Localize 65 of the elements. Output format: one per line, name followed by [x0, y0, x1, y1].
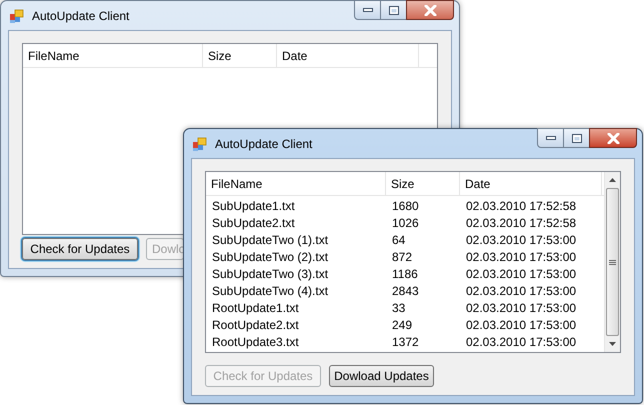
table-cell-text: 02.03.2010 17:53:00	[465, 282, 578, 300]
column-header[interactable]: Size	[203, 44, 277, 67]
close-button[interactable]	[589, 128, 637, 148]
file-row[interactable]: SubUpdateTwo (1).txt 64 02.03.2010 17:53:00	[206, 231, 604, 248]
close-button[interactable]	[406, 0, 454, 20]
file-row[interactable]: SubUpdate2.txt 1026 02.03.2010 17:52:58	[206, 214, 604, 231]
action-button[interactable]: Check for Updates	[22, 238, 138, 260]
table-cell-text: 64	[391, 232, 406, 248]
table-cell-text: 02.03.2010 17:53:00	[465, 232, 578, 248]
file-row[interactable]: SubUpdateTwo (3).txt 1186 02.03.2010 17:53:00	[206, 265, 604, 282]
file-row[interactable]: RootUpdate1.txt 33 02.03.2010 17:53:00	[206, 299, 604, 316]
table-cell-text: 33	[391, 300, 406, 316]
minimize-icon	[362, 8, 372, 12]
table-cell-text: SubUpdate2.txt	[211, 214, 296, 232]
app-icon	[9, 8, 25, 24]
table-cell-text: 02.03.2010 17:52:58	[465, 198, 578, 214]
table-cell-text: SubUpdateTwo (1).txt	[211, 232, 330, 248]
minimize-button[interactable]	[354, 0, 381, 20]
table-cell-text: RootUpdate3.txt	[211, 334, 300, 350]
table-cell-text: 1026	[391, 214, 420, 232]
column-header[interactable]: FileName	[23, 44, 203, 67]
maximize-icon	[388, 6, 398, 14]
table-cell-text: 02.03.2010 17:53:00	[465, 266, 578, 282]
table-cell-text: SubUpdateTwo (3).txt	[211, 266, 330, 282]
file-row[interactable]: SubUpdateTwo (4).txt 2843 02.03.2010 17:53:00	[206, 282, 604, 299]
close-icon	[606, 132, 620, 144]
app-icon	[192, 136, 208, 152]
minimize-button[interactable]	[537, 128, 564, 148]
file-row[interactable]: SubUpdateTwo (2).txt 872 02.03.2010 17:53:00	[206, 248, 604, 265]
table-cell-text: RootUpdate1.txt	[211, 300, 300, 316]
table-cell-text: SubUpdateTwo (2).txt	[211, 248, 330, 266]
maximize-button[interactable]	[381, 0, 406, 20]
column-header[interactable]: Date	[460, 172, 602, 195]
table-cell-text: 02.03.2010 17:53:00	[465, 316, 578, 334]
column-header[interactable]: Size	[386, 172, 460, 195]
table-cell-text: 872	[391, 248, 414, 266]
window-title: AutoUpdate Client	[215, 136, 312, 152]
table-cell-text: 02.03.2010 17:53:00	[465, 300, 578, 316]
table-cell-text: 1372	[391, 334, 420, 350]
table-cell-text: 1186	[391, 266, 419, 282]
column-header[interactable]: FileName	[206, 172, 386, 195]
file-row[interactable]: RootUpdate3.txt 1372 02.03.2010 17:53:00	[206, 333, 604, 350]
action-button[interactable]: Dowload Updates	[329, 365, 434, 387]
scroll-up-icon	[609, 178, 616, 182]
scroll-thumb[interactable]	[606, 188, 619, 336]
table-cell-text: RootUpdate2.txt	[211, 316, 300, 334]
maximize-icon	[572, 134, 582, 142]
file-row[interactable]: RootUpdate2.txt 249 02.03.2010 17:53:00	[206, 316, 604, 333]
close-icon	[424, 4, 436, 16]
table-cell-text: 02.03.2010 17:53:00	[465, 334, 578, 350]
table-cell-text: 249	[391, 316, 414, 334]
file-row[interactable]: SubUpdate1.txt 1680 02.03.2010 17:52:58	[206, 197, 604, 214]
grip-icon	[609, 260, 616, 264]
table-cell-text: 2843	[391, 282, 420, 300]
column-header[interactable]: Date	[277, 44, 419, 67]
table-cell-text: SubUpdateTwo (4).txt	[211, 282, 330, 300]
window-title: AutoUpdate Client	[32, 8, 130, 24]
table-cell-text: 02.03.2010 17:52:58	[465, 214, 578, 232]
scrollbar[interactable]	[604, 172, 620, 352]
minimize-icon	[546, 136, 556, 140]
table-cell-text: 1680	[391, 198, 420, 214]
scroll-down-icon	[609, 342, 616, 346]
table-cell-text: SubUpdate1.txt	[211, 198, 296, 214]
table-cell-text: 02.03.2010 17:53:00	[465, 248, 578, 266]
maximize-button[interactable]	[564, 128, 589, 148]
